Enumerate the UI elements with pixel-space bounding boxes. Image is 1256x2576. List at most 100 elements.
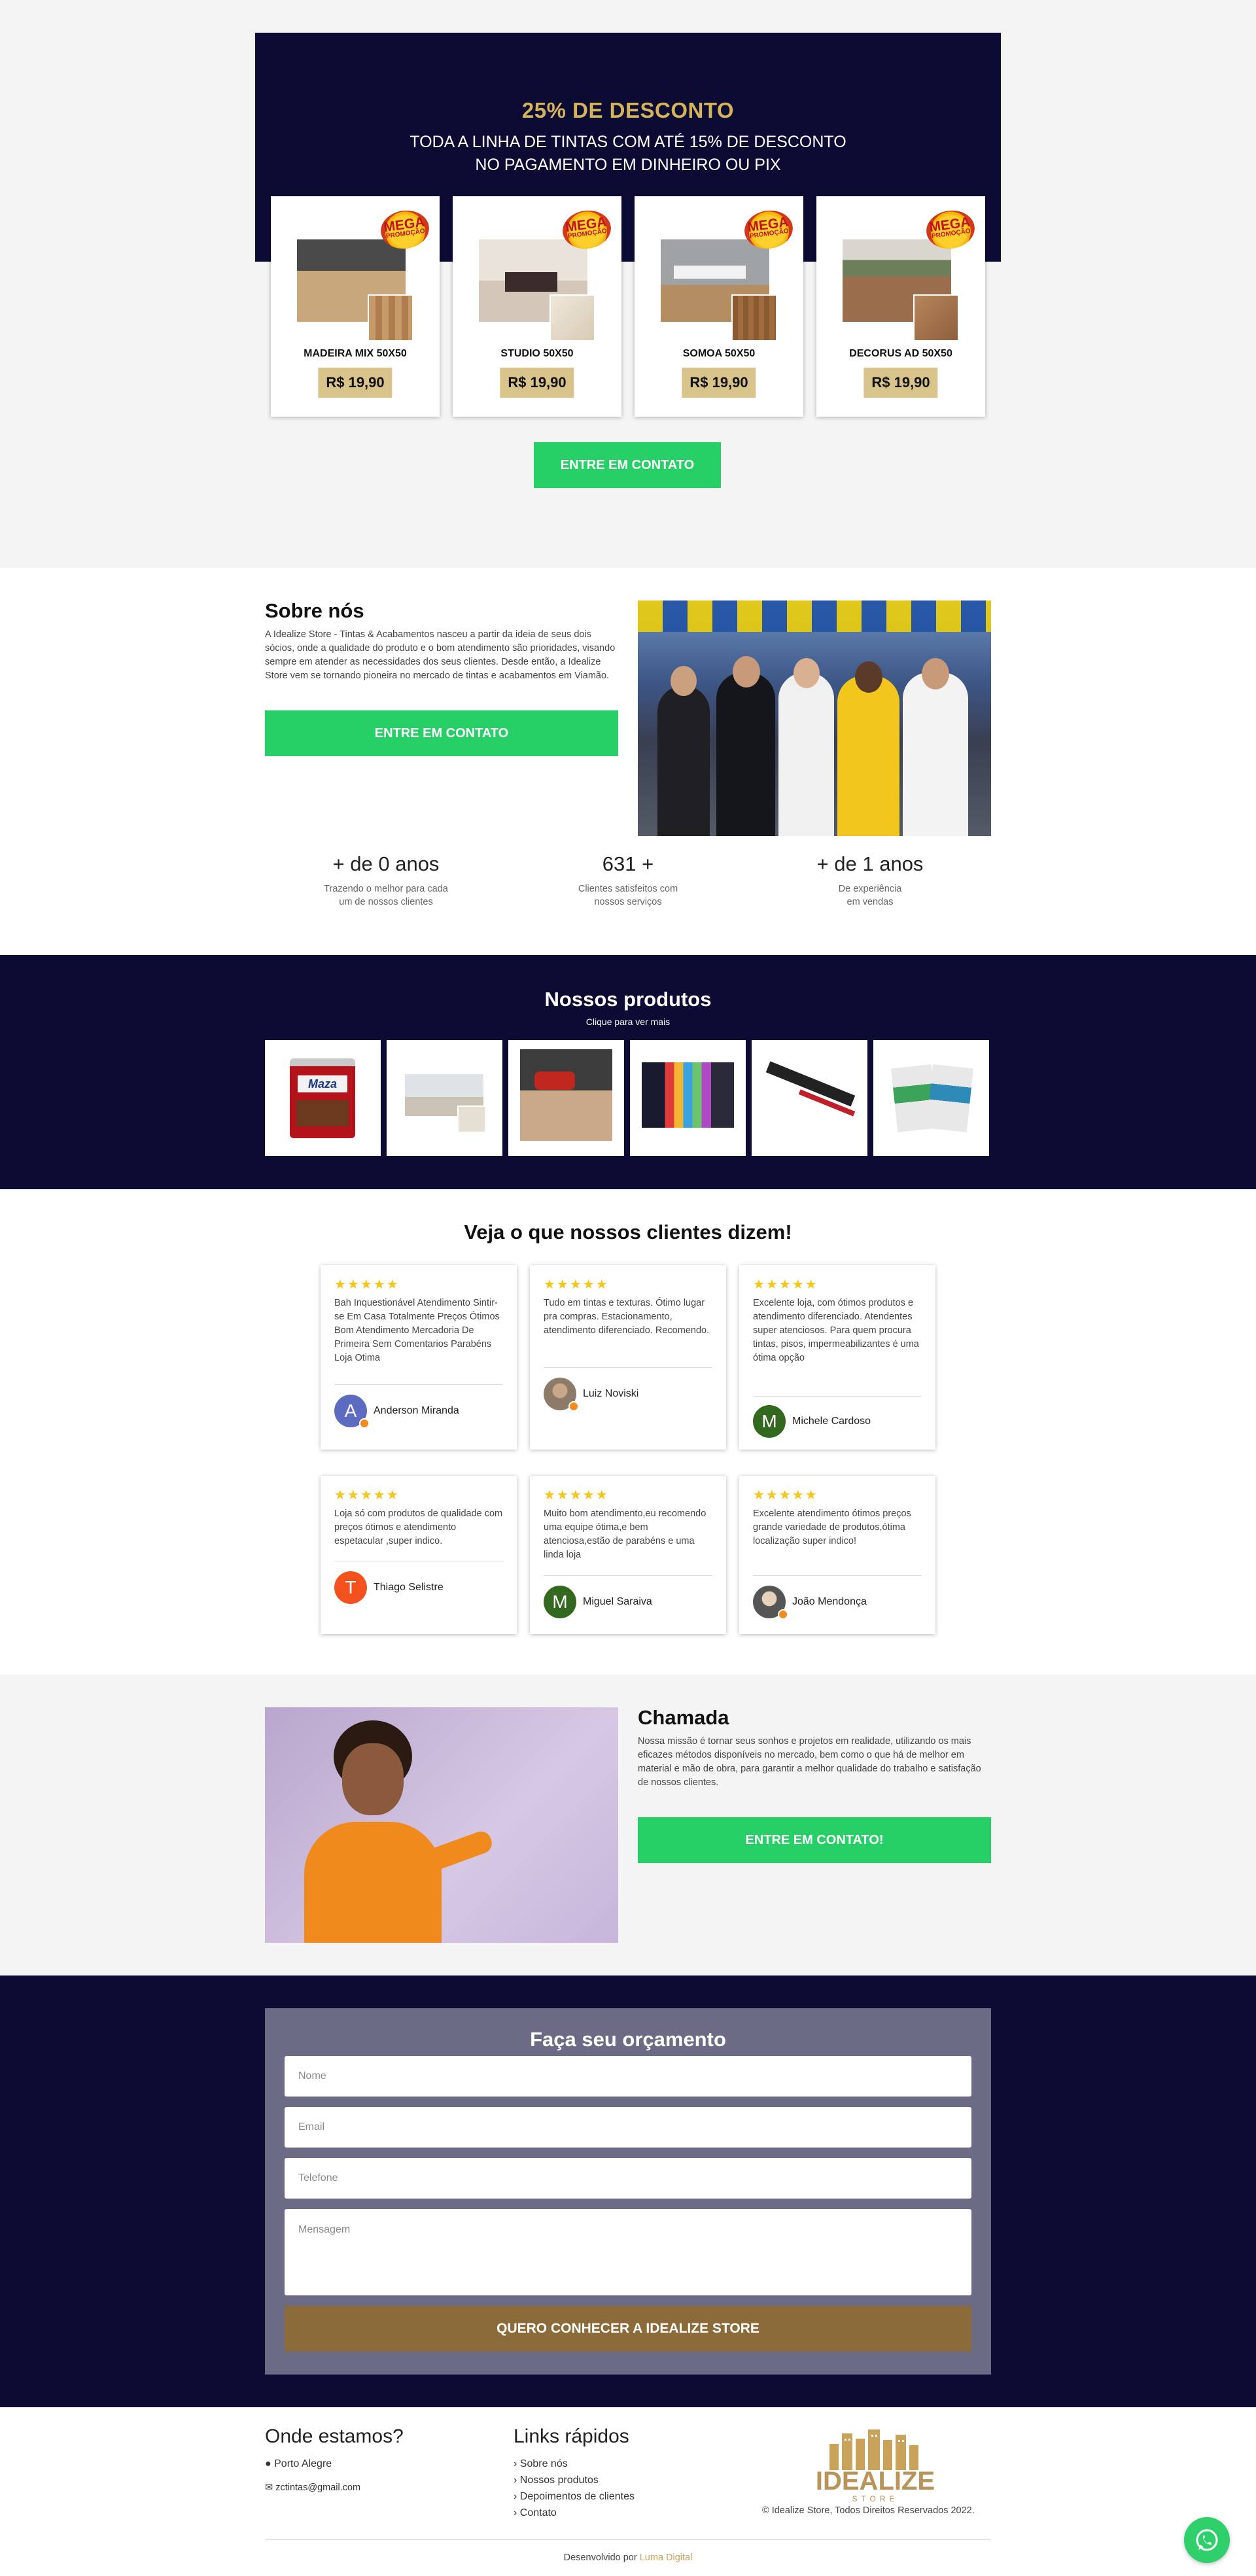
avatar: A <box>334 1395 370 1429</box>
reviewer: M Michele Cardoso <box>753 1405 871 1438</box>
product-card[interactable]: MEGA PROMOÇÃO STUDIO 50X50 R$ 19,90 <box>453 196 621 417</box>
chevron-right-icon: › <box>514 2507 517 2518</box>
reviewer-name: Thiago Selistre <box>374 1582 444 1593</box>
promo-subtitle: TODA A LINHA DE TINTAS COM ATÉ 15% DE DE… <box>255 131 1001 177</box>
promo-products: MEGA PROMOÇÃO MADEIRA MIX 50X50 R$ 19,90 … <box>271 196 985 417</box>
footer-link-testimonials[interactable]: › Depoimentos de clientes <box>514 2488 635 2505</box>
team-photo <box>638 600 991 836</box>
reviewer-name: Michele Cardoso <box>792 1416 871 1427</box>
promo-line-1: TODA A LINHA DE TINTAS COM ATÉ 15% DE DE… <box>410 133 846 151</box>
chevron-right-icon: › <box>514 2475 517 2486</box>
product-image <box>479 239 595 341</box>
avatar: M <box>753 1405 786 1438</box>
reviewer: T Thiago Selistre <box>334 1571 444 1604</box>
products-title: Nossos produtos <box>544 988 712 1011</box>
product-name: DECORUS AD 50X50 <box>849 348 952 359</box>
about-title: Sobre nós <box>265 599 364 622</box>
review-text: Muito bom atendimento,eu recomendo uma e… <box>544 1508 706 1560</box>
footer-link-contact[interactable]: › Contato <box>514 2505 635 2521</box>
map-marker-icon: ● <box>265 2458 271 2469</box>
review-card: ★★★★★ Loja só com produtos de qualidade … <box>321 1476 517 1634</box>
quote-title: Faça seu orçamento <box>530 2028 726 2051</box>
footer: Onde estamos? ● Porto Alegre ✉ zctintas@… <box>0 2407 1256 2576</box>
review-card: ★★★★★ Excelente atendimento ótimos preço… <box>739 1476 935 1634</box>
about-section: Sobre nós A Idealize Store - Tintas & Ac… <box>0 568 1256 955</box>
product-thumb-mortar-bags[interactable] <box>873 1040 989 1156</box>
review-text: Loja só com produtos de qualidade com pr… <box>334 1508 503 1546</box>
products-subtitle: Clique para ver mais <box>585 1017 671 1027</box>
avatar: M <box>544 1586 576 1618</box>
product-price: R$ 19,90 <box>864 368 938 398</box>
developer-link[interactable]: Luma Digital <box>640 2552 693 2563</box>
name-field[interactable] <box>285 2056 971 2097</box>
footer-email[interactable]: ✉ zctintas@gmail.com <box>265 2480 404 2496</box>
reviewer-name: Luiz Noviski <box>583 1388 639 1399</box>
product-thumb-squeegee[interactable] <box>752 1040 867 1156</box>
product-name: SOMOA 50X50 <box>682 348 756 359</box>
stat-experience: + de 1 anos De experiência em vendas <box>816 852 924 907</box>
phone-field[interactable] <box>285 2158 971 2199</box>
product-image <box>661 239 777 341</box>
reviewer: João Mendonça <box>753 1586 867 1620</box>
review-text: Excelente loja, com ótimos produtos e at… <box>753 1298 919 1363</box>
google-icon <box>568 1401 579 1412</box>
footer-link-about[interactable]: › Sobre nós <box>514 2456 635 2472</box>
copyright: © Idealize Store, Todos Direitos Reserva… <box>762 2505 975 2516</box>
footer-link-products[interactable]: › Nossos produtos <box>514 2472 635 2488</box>
about-text: A Idealize Store - Tintas & Acabamentos … <box>265 629 616 681</box>
product-price: R$ 19,90 <box>682 368 756 398</box>
whatsapp-icon <box>1196 2529 1218 2551</box>
promo-line-2: NO PAGAMENTO EM DINHEIRO OU PIX <box>475 156 781 174</box>
message-field[interactable] <box>285 2209 971 2295</box>
email-field[interactable] <box>285 2107 971 2148</box>
star-rating-icon: ★★★★★ <box>753 1488 818 1503</box>
product-image <box>843 239 959 341</box>
callout-text: Nossa missão é tornar seus sonhos e proj… <box>638 1736 981 1788</box>
footer-where-title: Onde estamos? <box>265 2426 404 2447</box>
product-card[interactable]: MEGA PROMOÇÃO MADEIRA MIX 50X50 R$ 19,90 <box>271 196 440 417</box>
stat-years: + de 0 anos Trazendo o melhor para cada u… <box>324 852 448 907</box>
product-thumb-grout[interactable] <box>508 1040 624 1156</box>
reviewer: A Anderson Miranda <box>334 1395 459 1429</box>
product-name: STUDIO 50X50 <box>500 348 574 359</box>
chevron-right-icon: › <box>514 2458 517 2469</box>
product-price: R$ 19,90 <box>318 368 392 398</box>
submit-button[interactable]: QUERO CONHECER A IDEALIZE STORE <box>285 2306 971 2352</box>
star-rating-icon: ★★★★★ <box>544 1278 609 1292</box>
contact-button[interactable]: ENTRE EM CONTATO <box>534 442 721 488</box>
developer-credit: Desenvolvido por Luma Digital <box>563 2552 693 2563</box>
footer-city: ● Porto Alegre <box>265 2458 332 2469</box>
footer-links: Links rápidos › Sobre nós › Nossos produ… <box>514 2426 635 2521</box>
testimonials-section: Veja o que nossos clientes dizem! ★★★★★ … <box>0 1189 1256 1675</box>
footer-location: Onde estamos? ● Porto Alegre ✉ zctintas@… <box>265 2426 404 2496</box>
svg-text:STORE: STORE <box>852 2494 898 2503</box>
svg-text:IDEALIZE: IDEALIZE <box>816 2467 935 2496</box>
reviewer-name: Anderson Miranda <box>374 1405 459 1416</box>
idealize-logo: IDEALIZE STORE <box>794 2426 957 2504</box>
whatsapp-button[interactable] <box>1184 2517 1230 2563</box>
callout-section: Chamada Nossa missão é tornar seus sonho… <box>0 1675 1256 1976</box>
product-thumb-color-chart[interactable] <box>630 1040 746 1156</box>
product-card[interactable]: MEGA PROMOÇÃO SOMOA 50X50 R$ 19,90 <box>635 196 803 417</box>
footer-links-title: Links rápidos <box>514 2426 629 2447</box>
quote-form: Faça seu orçamento QUERO CONHECER A IDEA… <box>265 2008 991 2375</box>
stats-row: + de 0 anos Trazendo o melhor para cada u… <box>265 852 991 909</box>
paint-can-label: Maza <box>298 1075 347 1092</box>
review-card: ★★★★★ Bah Inquestionável Atendimento Sin… <box>321 1265 517 1450</box>
product-thumb-tiles[interactable] <box>387 1040 502 1156</box>
review-text: Excelente atendimento ótimos preços gran… <box>753 1508 911 1546</box>
product-card[interactable]: MEGA PROMOÇÃO DECORUS AD 50X50 R$ 19,90 <box>816 196 985 417</box>
quote-section: Faça seu orçamento QUERO CONHECER A IDEA… <box>0 1976 1256 2407</box>
star-rating-icon: ★★★★★ <box>334 1488 400 1503</box>
reviewer-name: João Mendonça <box>792 1596 867 1607</box>
contact-button[interactable]: ENTRE EM CONTATO! <box>638 1817 991 1863</box>
star-rating-icon: ★★★★★ <box>753 1278 818 1292</box>
promo-title: 25% DE DESCONTO <box>521 98 735 122</box>
product-name: MADEIRA MIX 50X50 <box>304 348 407 359</box>
google-icon <box>778 1609 788 1620</box>
contact-button[interactable]: ENTRE EM CONTATO <box>265 710 618 756</box>
callout-photo <box>265 1707 618 1943</box>
product-thumb-paint-can[interactable]: Maza <box>265 1040 381 1156</box>
google-icon <box>359 1418 370 1429</box>
avatar <box>544 1378 579 1412</box>
